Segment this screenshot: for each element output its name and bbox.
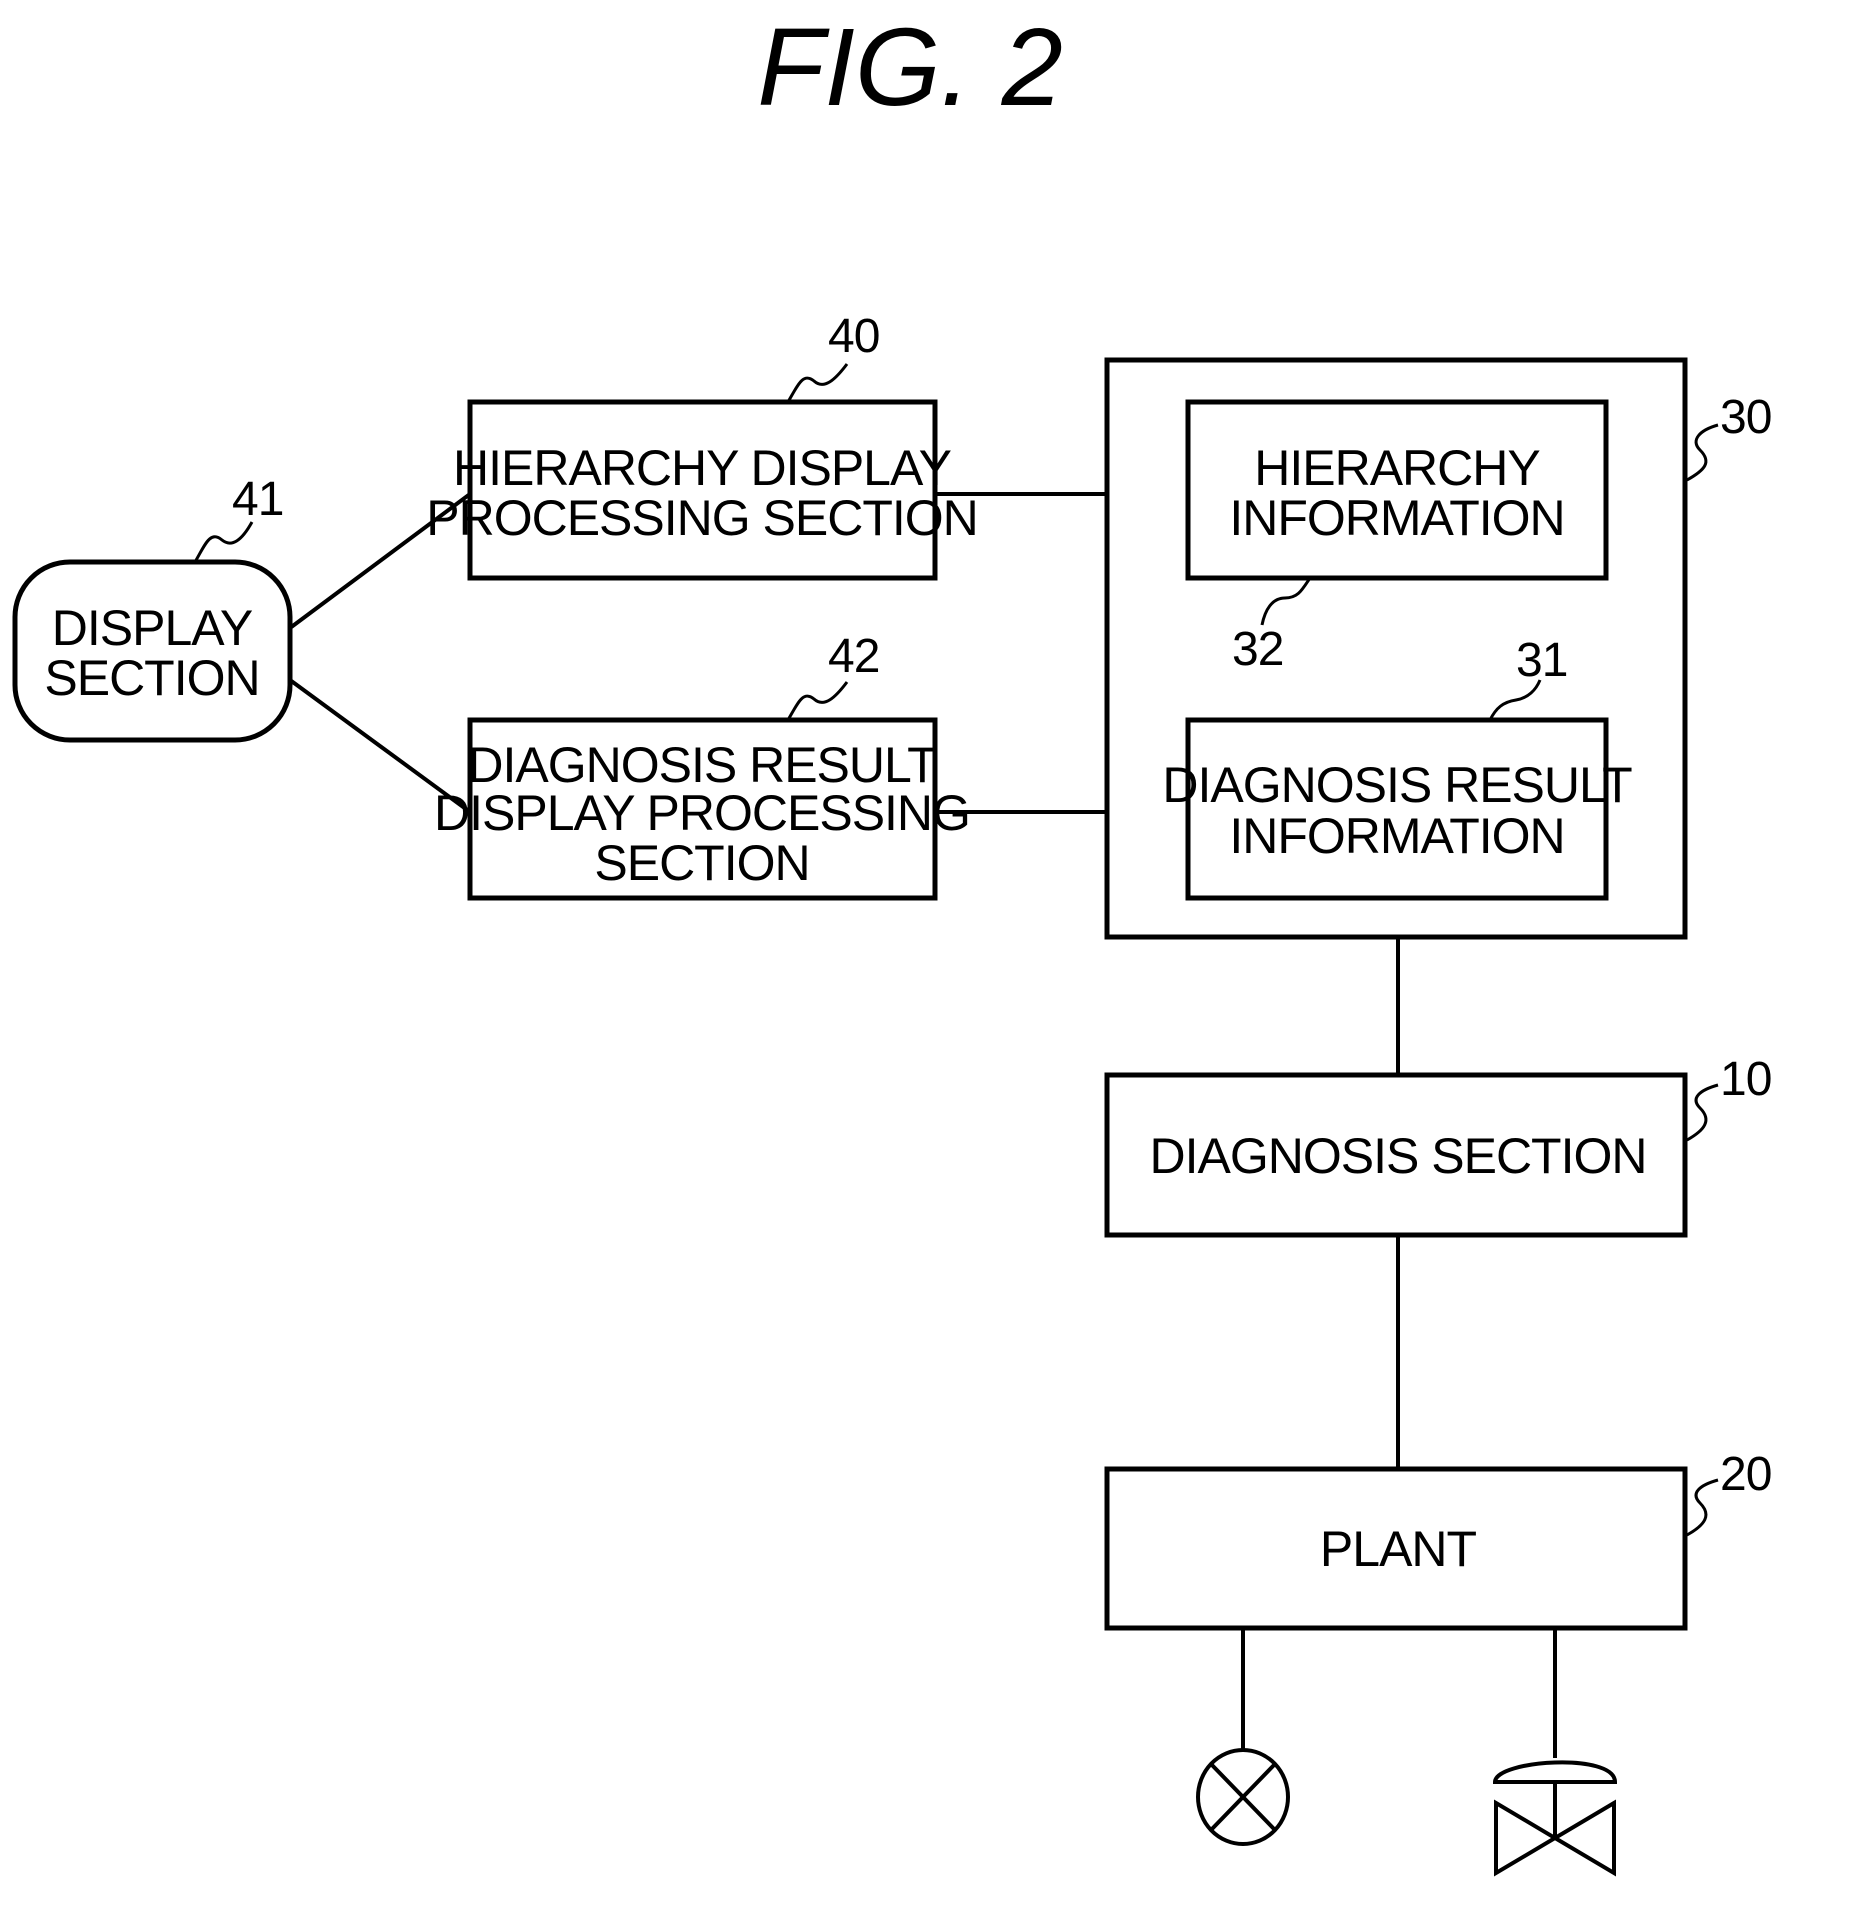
ref-leader-40 bbox=[786, 363, 849, 403]
hierarchy-info-line-1: HIERARCHY bbox=[1254, 440, 1540, 496]
diagnosis-section-label: DIAGNOSIS SECTION bbox=[1150, 1128, 1647, 1184]
ref-number-10: 10 bbox=[1720, 1053, 1771, 1106]
plant-block: PLANT 20 bbox=[1104, 1448, 1772, 1631]
figure-title: FIG. 2 bbox=[757, 6, 1063, 129]
ref-number-20: 20 bbox=[1720, 1448, 1771, 1501]
ref-leader-42 bbox=[786, 681, 849, 721]
hierarchy-display-line-1: HIERARCHY DISPLAY bbox=[453, 440, 952, 496]
diagnosis-section-block: DIAGNOSIS SECTION 10 bbox=[1104, 1053, 1772, 1238]
diagnosis-display-block: DIAGNOSIS RESULT DISPLAY PROCESSING SECT… bbox=[434, 630, 971, 901]
ref-number-32: 32 bbox=[1232, 623, 1283, 676]
ref-number-42: 42 bbox=[828, 630, 879, 683]
ref-number-40: 40 bbox=[828, 310, 879, 363]
block-diagram: FIG. 2 DISPLAY SECTION 41 HIERARCHY DISP… bbox=[12, 6, 1772, 1877]
ref-leader-20 bbox=[1686, 1478, 1719, 1537]
ref-leader-10 bbox=[1686, 1083, 1719, 1142]
display-section-line-1: DISPLAY bbox=[52, 600, 253, 656]
ref-number-41: 41 bbox=[232, 473, 283, 526]
hierarchy-info-line-2: INFORMATION bbox=[1229, 490, 1564, 546]
sensor-x-circle-icon bbox=[1196, 1748, 1290, 1846]
ref-leader-41 bbox=[193, 521, 254, 563]
plant-label: PLANT bbox=[1320, 1521, 1477, 1577]
display-section-line-2: SECTION bbox=[44, 650, 259, 706]
diagnosis-info-line-1: DIAGNOSIS RESULT bbox=[1162, 757, 1632, 813]
control-valve-icon bbox=[1492, 1760, 1618, 1877]
diagnosis-display-line-3: SECTION bbox=[594, 835, 809, 891]
ref-number-31: 31 bbox=[1516, 634, 1567, 687]
hierarchy-display-line-2: PROCESSING SECTION bbox=[426, 490, 978, 546]
display-section-block: DISPLAY SECTION 41 bbox=[12, 473, 293, 743]
hierarchy-display-block: HIERARCHY DISPLAY PROCESSING SECTION 40 bbox=[426, 310, 979, 581]
ref-leader-30 bbox=[1686, 423, 1719, 482]
ref-number-30: 30 bbox=[1720, 391, 1771, 444]
diagnosis-display-line-2: DISPLAY PROCESSING bbox=[434, 785, 970, 841]
diagnosis-info-line-2: INFORMATION bbox=[1229, 808, 1564, 864]
storage-block: 30 HIERARCHY INFORMATION 32 DIAGNOSIS RE… bbox=[1104, 357, 1772, 940]
